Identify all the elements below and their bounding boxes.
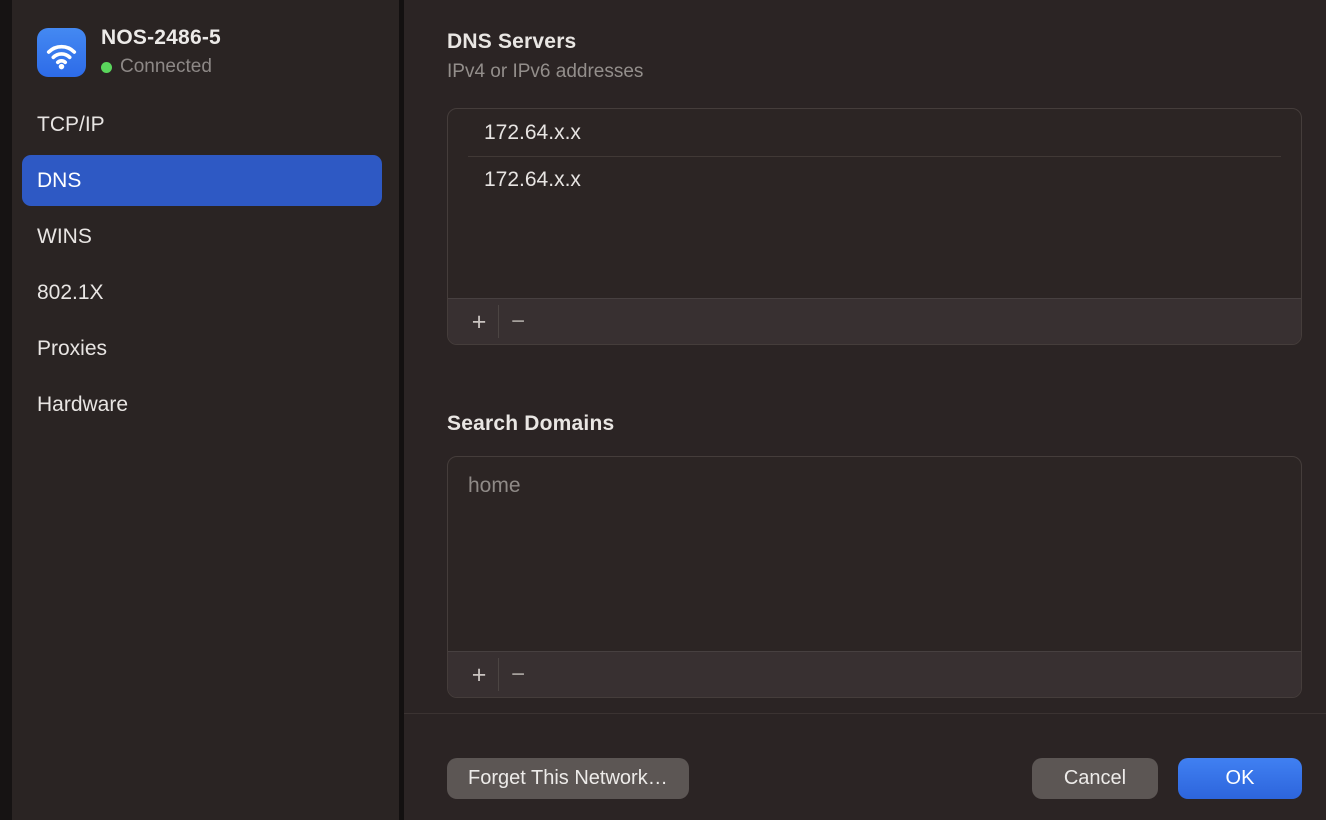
network-name: NOS-2486-5 [101, 26, 221, 50]
sidebar-item-hardware[interactable]: Hardware [22, 379, 382, 430]
search-domain-row[interactable]: home [448, 458, 1301, 510]
dns-server-row[interactable]: 172.64.x.x [448, 157, 1301, 203]
add-dns-server-button[interactable]: + [460, 299, 498, 344]
window-edge-strip [0, 0, 12, 820]
wifi-icon [37, 28, 86, 77]
forget-network-button[interactable]: Forget This Network… [447, 758, 689, 799]
action-bar: Forget This Network… Cancel OK [447, 758, 1302, 799]
network-details-window: NOS-2486-5 Connected TCP/IP DNS WINS 802… [0, 0, 1326, 820]
dns-pane: DNS Servers IPv4 or IPv6 addresses 172.6… [404, 0, 1326, 820]
dns-servers-subtitle: IPv4 or IPv6 addresses [447, 61, 1302, 83]
add-search-domain-button[interactable]: + [460, 652, 498, 697]
dns-list-toolbar: + − [448, 298, 1301, 344]
sidebar-item-proxies[interactable]: Proxies [22, 323, 382, 374]
remove-dns-server-button[interactable]: − [499, 299, 537, 344]
footer-divider [404, 713, 1326, 714]
ok-button[interactable]: OK [1178, 758, 1302, 799]
sidebar: NOS-2486-5 Connected TCP/IP DNS WINS 802… [12, 0, 399, 820]
status-label: Connected [120, 56, 212, 78]
search-domain-rows: home [448, 457, 1301, 651]
sidebar-item-tcpip[interactable]: TCP/IP [22, 99, 382, 150]
sidebar-item-dns[interactable]: DNS [22, 155, 382, 206]
network-identity: NOS-2486-5 Connected [101, 26, 221, 78]
search-domains-toolbar: + − [448, 651, 1301, 697]
dns-server-row[interactable]: 172.64.x.x [448, 110, 1301, 156]
remove-search-domain-button[interactable]: − [499, 652, 537, 697]
cancel-button[interactable]: Cancel [1032, 758, 1158, 799]
sidebar-item-8021x[interactable]: 802.1X [22, 267, 382, 318]
search-domains-title: Search Domains [447, 412, 1302, 436]
dns-server-rows: 172.64.x.x 172.64.x.x [448, 109, 1301, 298]
dns-servers-title: DNS Servers [447, 30, 1302, 54]
connected-dot-icon [101, 62, 112, 73]
dns-servers-list: 172.64.x.x 172.64.x.x + − [447, 108, 1302, 345]
search-domains-list: home + − [447, 456, 1302, 698]
sidebar-item-wins[interactable]: WINS [22, 211, 382, 262]
network-header: NOS-2486-5 Connected [12, 26, 399, 78]
network-status: Connected [101, 56, 221, 78]
settings-nav: TCP/IP DNS WINS 802.1X Proxies Hardware [12, 99, 399, 430]
